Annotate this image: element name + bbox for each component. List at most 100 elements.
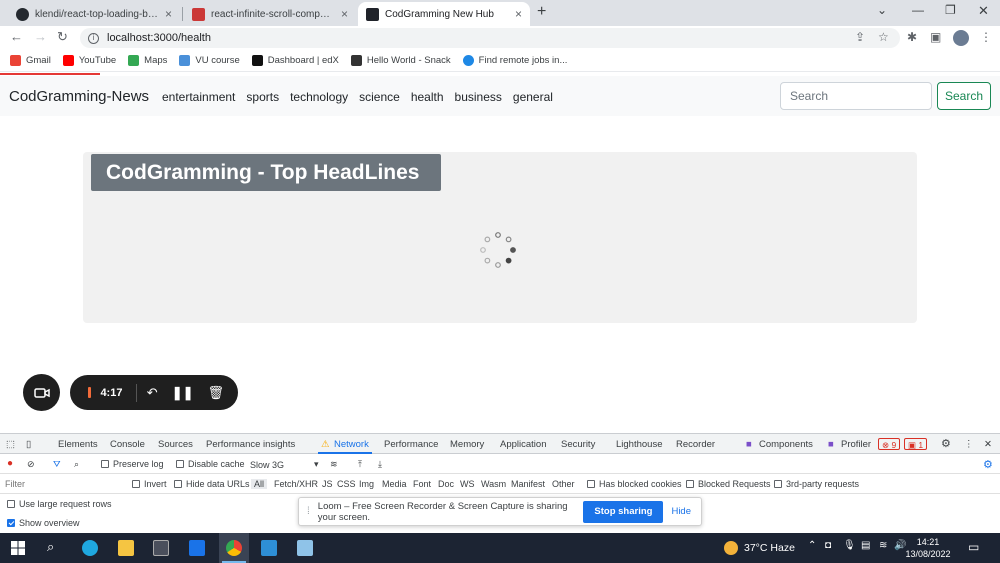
profile-avatar[interactable]: [953, 30, 969, 46]
close-devtools-icon[interactable]: ✕: [984, 439, 992, 450]
wifi-icon[interactable]: ≋: [879, 540, 887, 551]
nav-link-sports[interactable]: sports: [246, 90, 279, 104]
type-filter-font[interactable]: Font: [413, 479, 431, 489]
show-overview-checkbox[interactable]: Show overview: [7, 518, 80, 528]
filter-icon[interactable]: ⛛: [53, 459, 61, 470]
network-filter-input[interactable]: [2, 476, 122, 492]
network-tray-icon[interactable]: ▤: [861, 540, 870, 551]
disable-cache-checkbox[interactable]: Disable cache: [176, 459, 245, 469]
type-filter-js[interactable]: JS: [322, 479, 333, 489]
address-bar[interactable]: i localhost:3000/health: [80, 28, 900, 48]
edge-icon[interactable]: [82, 540, 98, 556]
windows-start-icon[interactable]: [11, 541, 25, 555]
error-count-badge[interactable]: ⊗ 9: [878, 438, 901, 450]
inspect-element-icon[interactable]: ⬚: [6, 439, 15, 450]
browser-tab-active[interactable]: CodGramming New Hub ×: [358, 2, 530, 26]
bookmark-youtube[interactable]: YouTube: [62, 55, 116, 66]
devtools-tab-sources[interactable]: Sources: [158, 439, 193, 450]
type-filter-media[interactable]: Media: [382, 479, 407, 489]
nav-link-health[interactable]: health: [411, 90, 444, 104]
hide-link[interactable]: Hide: [671, 506, 691, 517]
bookmark-gmail[interactable]: Gmail: [10, 55, 51, 66]
type-filter-doc[interactable]: Doc: [438, 479, 454, 489]
menu-icon[interactable]: ⋮: [980, 30, 992, 44]
devtools-menu-icon[interactable]: ⋮: [964, 439, 974, 450]
type-filter-img[interactable]: Img: [359, 479, 374, 489]
mail-icon[interactable]: [189, 540, 205, 556]
browser-tab[interactable]: klendi/react-top-loading-bar: A ×: [8, 2, 180, 26]
nav-link-science[interactable]: science: [359, 90, 400, 104]
side-panel-icon[interactable]: ▣: [930, 30, 941, 44]
store-icon[interactable]: [153, 540, 169, 556]
blocked-requests-checkbox[interactable]: Blocked Requests: [686, 479, 771, 489]
close-icon[interactable]: ×: [165, 7, 172, 21]
nav-link-technology[interactable]: technology: [290, 90, 348, 104]
devtools-tab-console[interactable]: Console: [110, 439, 145, 450]
devtools-tab-application[interactable]: Application: [500, 439, 546, 450]
devtools-tab-recorder[interactable]: Recorder: [676, 439, 715, 450]
vscode-icon[interactable]: [261, 540, 277, 556]
type-filter-wasm[interactable]: Wasm: [481, 479, 506, 489]
weather-widget[interactable]: 37°C Haze: [724, 541, 795, 555]
camera-tray-icon[interactable]: ◘: [825, 540, 831, 551]
has-blocked-cookies-checkbox[interactable]: Has blocked cookies: [587, 479, 682, 489]
site-info-icon[interactable]: i: [88, 32, 99, 44]
nav-link-entertainment[interactable]: entertainment: [162, 90, 235, 104]
forward-icon[interactable]: →: [34, 29, 47, 44]
bookmark-star-icon[interactable]: ☆: [878, 30, 889, 44]
type-filter-css[interactable]: CSS: [337, 479, 356, 489]
close-icon[interactable]: ×: [515, 7, 522, 21]
devtools-tab-network[interactable]: Network: [334, 439, 369, 450]
devtools-tab-performance[interactable]: Performance: [384, 439, 438, 450]
invert-checkbox[interactable]: Invert: [132, 479, 167, 489]
search-icon[interactable]: ⌕: [74, 459, 79, 470]
hide-data-urls-checkbox[interactable]: Hide data URLs: [174, 479, 250, 489]
large-request-rows-checkbox[interactable]: Use large request rows: [7, 499, 112, 509]
throttling-select[interactable]: Slow 3G ▾: [250, 459, 319, 470]
bookmark-edx[interactable]: Dashboard | edX: [251, 55, 339, 66]
extensions-icon[interactable]: ✱: [907, 30, 917, 44]
import-har-icon[interactable]: ⤒: [358, 459, 362, 470]
share-icon[interactable]: ⇪: [855, 30, 865, 44]
record-icon[interactable]: ●: [7, 458, 13, 469]
bookmark-snack[interactable]: Hello World - Snack: [350, 55, 451, 66]
close-icon[interactable]: ×: [341, 7, 348, 21]
undo-icon[interactable]: ↶: [147, 385, 158, 401]
devtools-tab-elements[interactable]: Elements: [58, 439, 98, 450]
back-icon[interactable]: ←: [10, 29, 23, 44]
network-conditions-icon[interactable]: ≋: [330, 459, 338, 470]
device-toolbar-icon[interactable]: ▯: [26, 439, 31, 450]
settings-gear-icon[interactable]: ⚙: [941, 437, 951, 450]
chevron-up-icon[interactable]: ⌃: [808, 540, 816, 551]
type-filter-fetch-xhr[interactable]: Fetch/XHR: [274, 479, 318, 489]
search-button[interactable]: Search: [937, 82, 991, 110]
reload-icon[interactable]: ↻: [57, 29, 68, 45]
type-filter-ws[interactable]: WS: [460, 479, 475, 489]
network-settings-icon[interactable]: ⚙: [983, 458, 993, 471]
taskbar-search-icon[interactable]: ⌕: [47, 539, 54, 555]
chrome-icon[interactable]: [226, 540, 242, 556]
type-filter-all[interactable]: All: [251, 479, 268, 489]
export-har-icon[interactable]: ⤓: [378, 459, 382, 470]
tab-search-icon[interactable]: ⌄: [877, 3, 887, 17]
drag-handle-icon[interactable]: ⁞: [307, 506, 310, 517]
preserve-log-checkbox[interactable]: Preserve log: [101, 459, 164, 469]
site-brand[interactable]: CodGramming-News: [9, 88, 149, 105]
trash-icon[interactable]: 🗑: [207, 385, 224, 401]
nav-link-business[interactable]: business: [455, 90, 502, 104]
devtools-tab-components[interactable]: Components: [759, 439, 813, 450]
bookmark-vu-course[interactable]: VU course: [179, 55, 240, 66]
microphone-icon[interactable]: 🎙: [843, 540, 856, 551]
third-party-checkbox[interactable]: 3rd-party requests: [774, 479, 859, 489]
browser-tab[interactable]: react-infinite-scroll-component ×: [184, 2, 356, 26]
warning-count-badge[interactable]: ▣ 1: [904, 438, 928, 450]
taskbar-clock[interactable]: 14:21 13/08/2022: [900, 536, 956, 560]
bookmark-remote-jobs[interactable]: Find remote jobs in...: [462, 55, 567, 66]
devtools-tab-security[interactable]: Security: [561, 439, 595, 450]
close-window-icon[interactable]: ✕: [978, 3, 989, 19]
type-filter-other[interactable]: Other: [552, 479, 575, 489]
minimize-icon[interactable]: —: [912, 3, 924, 17]
type-filter-manifest[interactable]: Manifest: [511, 479, 545, 489]
devtools-tab-lighthouse[interactable]: Lighthouse: [616, 439, 662, 450]
devtools-tab-profiler[interactable]: Profiler: [841, 439, 871, 450]
